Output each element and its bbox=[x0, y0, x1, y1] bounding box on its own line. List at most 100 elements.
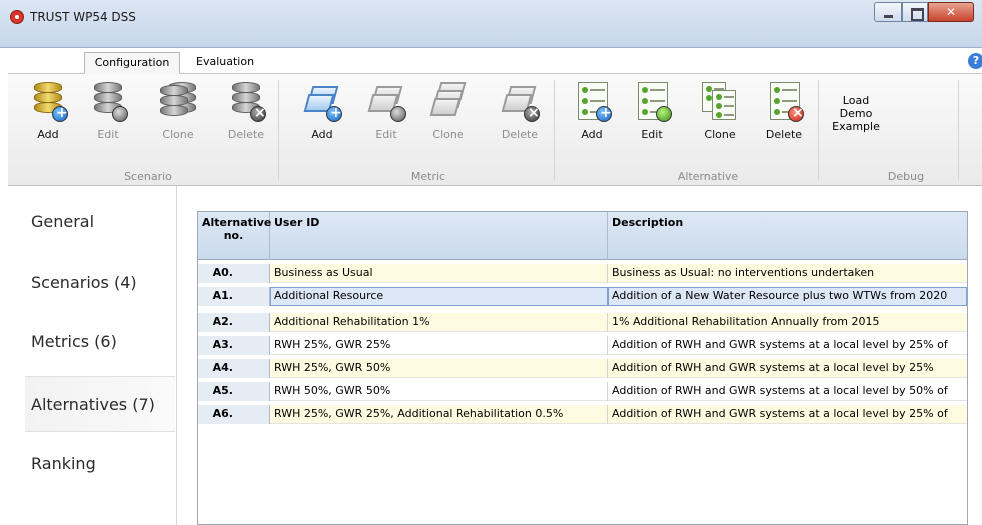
ribbon: Add Edit Clone Delete Scenario Add bbox=[8, 74, 982, 186]
table-row-selected[interactable]: A1. Additional Resource Addition of a Ne… bbox=[198, 287, 967, 306]
content-divider bbox=[176, 186, 177, 525]
database-delete-icon bbox=[228, 82, 266, 122]
table-row[interactable]: A3. RWH 25%, GWR 25% Addition of RWH and… bbox=[198, 336, 967, 355]
cell-user-id[interactable]: Additional Rehabilitation 1% bbox=[270, 313, 608, 332]
list-add-icon bbox=[574, 82, 612, 122]
alternative-delete-button[interactable]: Delete bbox=[756, 74, 812, 141]
title-bar: TRUST WP54 DSS ✕ bbox=[0, 0, 982, 48]
table-row[interactable]: A6. RWH 25%, GWR 25%, Additional Rehabil… bbox=[198, 405, 967, 424]
metric-add-button[interactable]: Add bbox=[294, 74, 350, 141]
metric-delete-icon bbox=[501, 82, 540, 122]
database-add-icon bbox=[30, 82, 68, 122]
column-header-alternative-no[interactable]: Alternative no. bbox=[198, 212, 272, 260]
load-demo-line1: Load bbox=[842, 94, 870, 107]
alternative-add-label: Add bbox=[581, 128, 603, 141]
table-row[interactable]: A4. RWH 25%, GWR 50% Addition of RWH and… bbox=[198, 359, 967, 378]
scenario-add-button[interactable]: Add bbox=[20, 74, 76, 141]
cell-description[interactable]: Addition of RWH and GWR systems at a loc… bbox=[608, 336, 967, 355]
list-delete-icon bbox=[766, 82, 804, 122]
metric-edit-button[interactable]: Edit bbox=[358, 74, 414, 141]
metric-clone-button[interactable]: Clone bbox=[420, 74, 476, 141]
cell-user-id[interactable]: Additional Resource bbox=[270, 287, 608, 306]
cell-alternative-no: A2. bbox=[198, 313, 270, 332]
metric-edit-icon bbox=[367, 82, 406, 122]
column-header-user-id[interactable]: User ID bbox=[270, 212, 608, 260]
load-demo-line2: Demo bbox=[839, 107, 873, 120]
cell-alternative-no: A6. bbox=[198, 405, 270, 424]
list-edit-icon bbox=[634, 82, 672, 122]
database-edit-icon bbox=[90, 82, 128, 122]
table-row[interactable]: A0. Business as Usual Business as Usual:… bbox=[198, 264, 967, 283]
cell-description[interactable]: Addition of RWH and GWR systems at a loc… bbox=[608, 382, 967, 401]
tab-evaluation[interactable]: Evaluation bbox=[188, 52, 262, 74]
grid-header: Alternative no. User ID Description bbox=[198, 212, 967, 260]
window-title: TRUST WP54 DSS bbox=[30, 10, 136, 24]
alternative-delete-label: Delete bbox=[765, 128, 803, 141]
nav-item-scenarios[interactable]: Scenarios (4) bbox=[25, 255, 175, 311]
scenario-clone-button[interactable]: Clone bbox=[150, 74, 206, 141]
list-clone-icon bbox=[702, 82, 738, 122]
minimize-button[interactable] bbox=[874, 2, 902, 22]
scenario-delete-label: Delete bbox=[227, 128, 265, 141]
metric-clone-label: Clone bbox=[432, 128, 464, 141]
ribbon-separator bbox=[958, 80, 959, 180]
scenario-delete-button[interactable]: Delete bbox=[218, 74, 274, 141]
nav-item-ranking[interactable]: Ranking bbox=[25, 436, 175, 492]
close-button[interactable]: ✕ bbox=[928, 2, 974, 22]
alternative-edit-label: Edit bbox=[641, 128, 663, 141]
scenario-add-label: Add bbox=[37, 128, 59, 141]
alternative-clone-button[interactable]: Clone bbox=[692, 74, 748, 141]
maximize-button[interactable] bbox=[902, 2, 928, 22]
debug-group-label: Debug bbox=[887, 170, 925, 183]
load-demo-example-button[interactable]: Load Demo Example bbox=[824, 94, 888, 133]
app-logo-icon bbox=[10, 10, 24, 24]
alternative-group-label: Alternative bbox=[677, 170, 739, 183]
cell-description[interactable]: 1% Additional Rehabilitation Annually fr… bbox=[608, 313, 967, 332]
alt-no-header-line1: Alternative bbox=[202, 216, 272, 229]
ribbon-separator bbox=[818, 80, 819, 180]
scenario-edit-button[interactable]: Edit bbox=[80, 74, 136, 141]
help-icon[interactable]: ? bbox=[968, 53, 982, 69]
scenario-group-label: Scenario bbox=[124, 170, 172, 183]
cell-user-id[interactable]: RWH 25%, GWR 50% bbox=[270, 359, 608, 378]
column-header-description[interactable]: Description bbox=[608, 212, 967, 260]
scenario-edit-label: Edit bbox=[97, 128, 119, 141]
alt-no-header-line2: no. bbox=[223, 229, 244, 242]
cell-description[interactable]: Addition of RWH and GWR systems at a loc… bbox=[608, 359, 967, 378]
metric-clone-icon bbox=[429, 82, 467, 122]
metric-add-label: Add bbox=[311, 128, 333, 141]
alternative-add-button[interactable]: Add bbox=[564, 74, 620, 141]
load-demo-line3: Example bbox=[832, 120, 880, 133]
database-clone-icon bbox=[160, 82, 196, 122]
cell-description[interactable]: Addition of a New Water Resource plus tw… bbox=[608, 287, 967, 306]
nav-item-metrics[interactable]: Metrics (6) bbox=[25, 314, 175, 370]
cell-description[interactable]: Business as Usual: no interventions unde… bbox=[608, 264, 967, 283]
table-row[interactable]: A5. RWH 50%, GWR 50% Addition of RWH and… bbox=[198, 382, 967, 401]
tab-bar: Configuration Evaluation ? bbox=[8, 48, 982, 74]
cell-user-id[interactable]: Business as Usual bbox=[270, 264, 608, 283]
metric-add-icon bbox=[303, 82, 342, 122]
cell-alternative-no: A1. bbox=[198, 287, 270, 306]
cell-user-id[interactable]: RWH 25%, GWR 25%, Additional Rehabilitat… bbox=[270, 405, 608, 424]
alternative-clone-label: Clone bbox=[704, 128, 736, 141]
left-nav: General Scenarios (4) Metrics (6) Altern… bbox=[25, 190, 175, 525]
tab-configuration[interactable]: Configuration bbox=[84, 52, 180, 74]
table-row[interactable]: A2. Additional Rehabilitation 1% 1% Addi… bbox=[198, 313, 967, 332]
alternatives-grid: Alternative no. User ID Description A0. … bbox=[197, 211, 968, 525]
nav-item-general[interactable]: General bbox=[25, 194, 175, 250]
ribbon-separator bbox=[554, 80, 555, 180]
cell-alternative-no: A0. bbox=[198, 264, 270, 283]
metric-group-label: Metric bbox=[410, 170, 446, 183]
alternative-edit-button[interactable]: Edit bbox=[624, 74, 680, 141]
cell-user-id[interactable]: RWH 50%, GWR 50% bbox=[270, 382, 608, 401]
metric-delete-button[interactable]: Delete bbox=[492, 74, 548, 141]
cell-description[interactable]: Addition of RWH and GWR systems at a loc… bbox=[608, 405, 967, 424]
cell-alternative-no: A3. bbox=[198, 336, 270, 355]
cell-user-id[interactable]: RWH 25%, GWR 25% bbox=[270, 336, 608, 355]
metric-delete-label: Delete bbox=[501, 128, 539, 141]
scenario-clone-label: Clone bbox=[162, 128, 194, 141]
cell-alternative-no: A4. bbox=[198, 359, 270, 378]
ribbon-separator bbox=[278, 80, 279, 180]
metric-edit-label: Edit bbox=[375, 128, 397, 141]
nav-item-alternatives[interactable]: Alternatives (7) bbox=[25, 376, 175, 432]
